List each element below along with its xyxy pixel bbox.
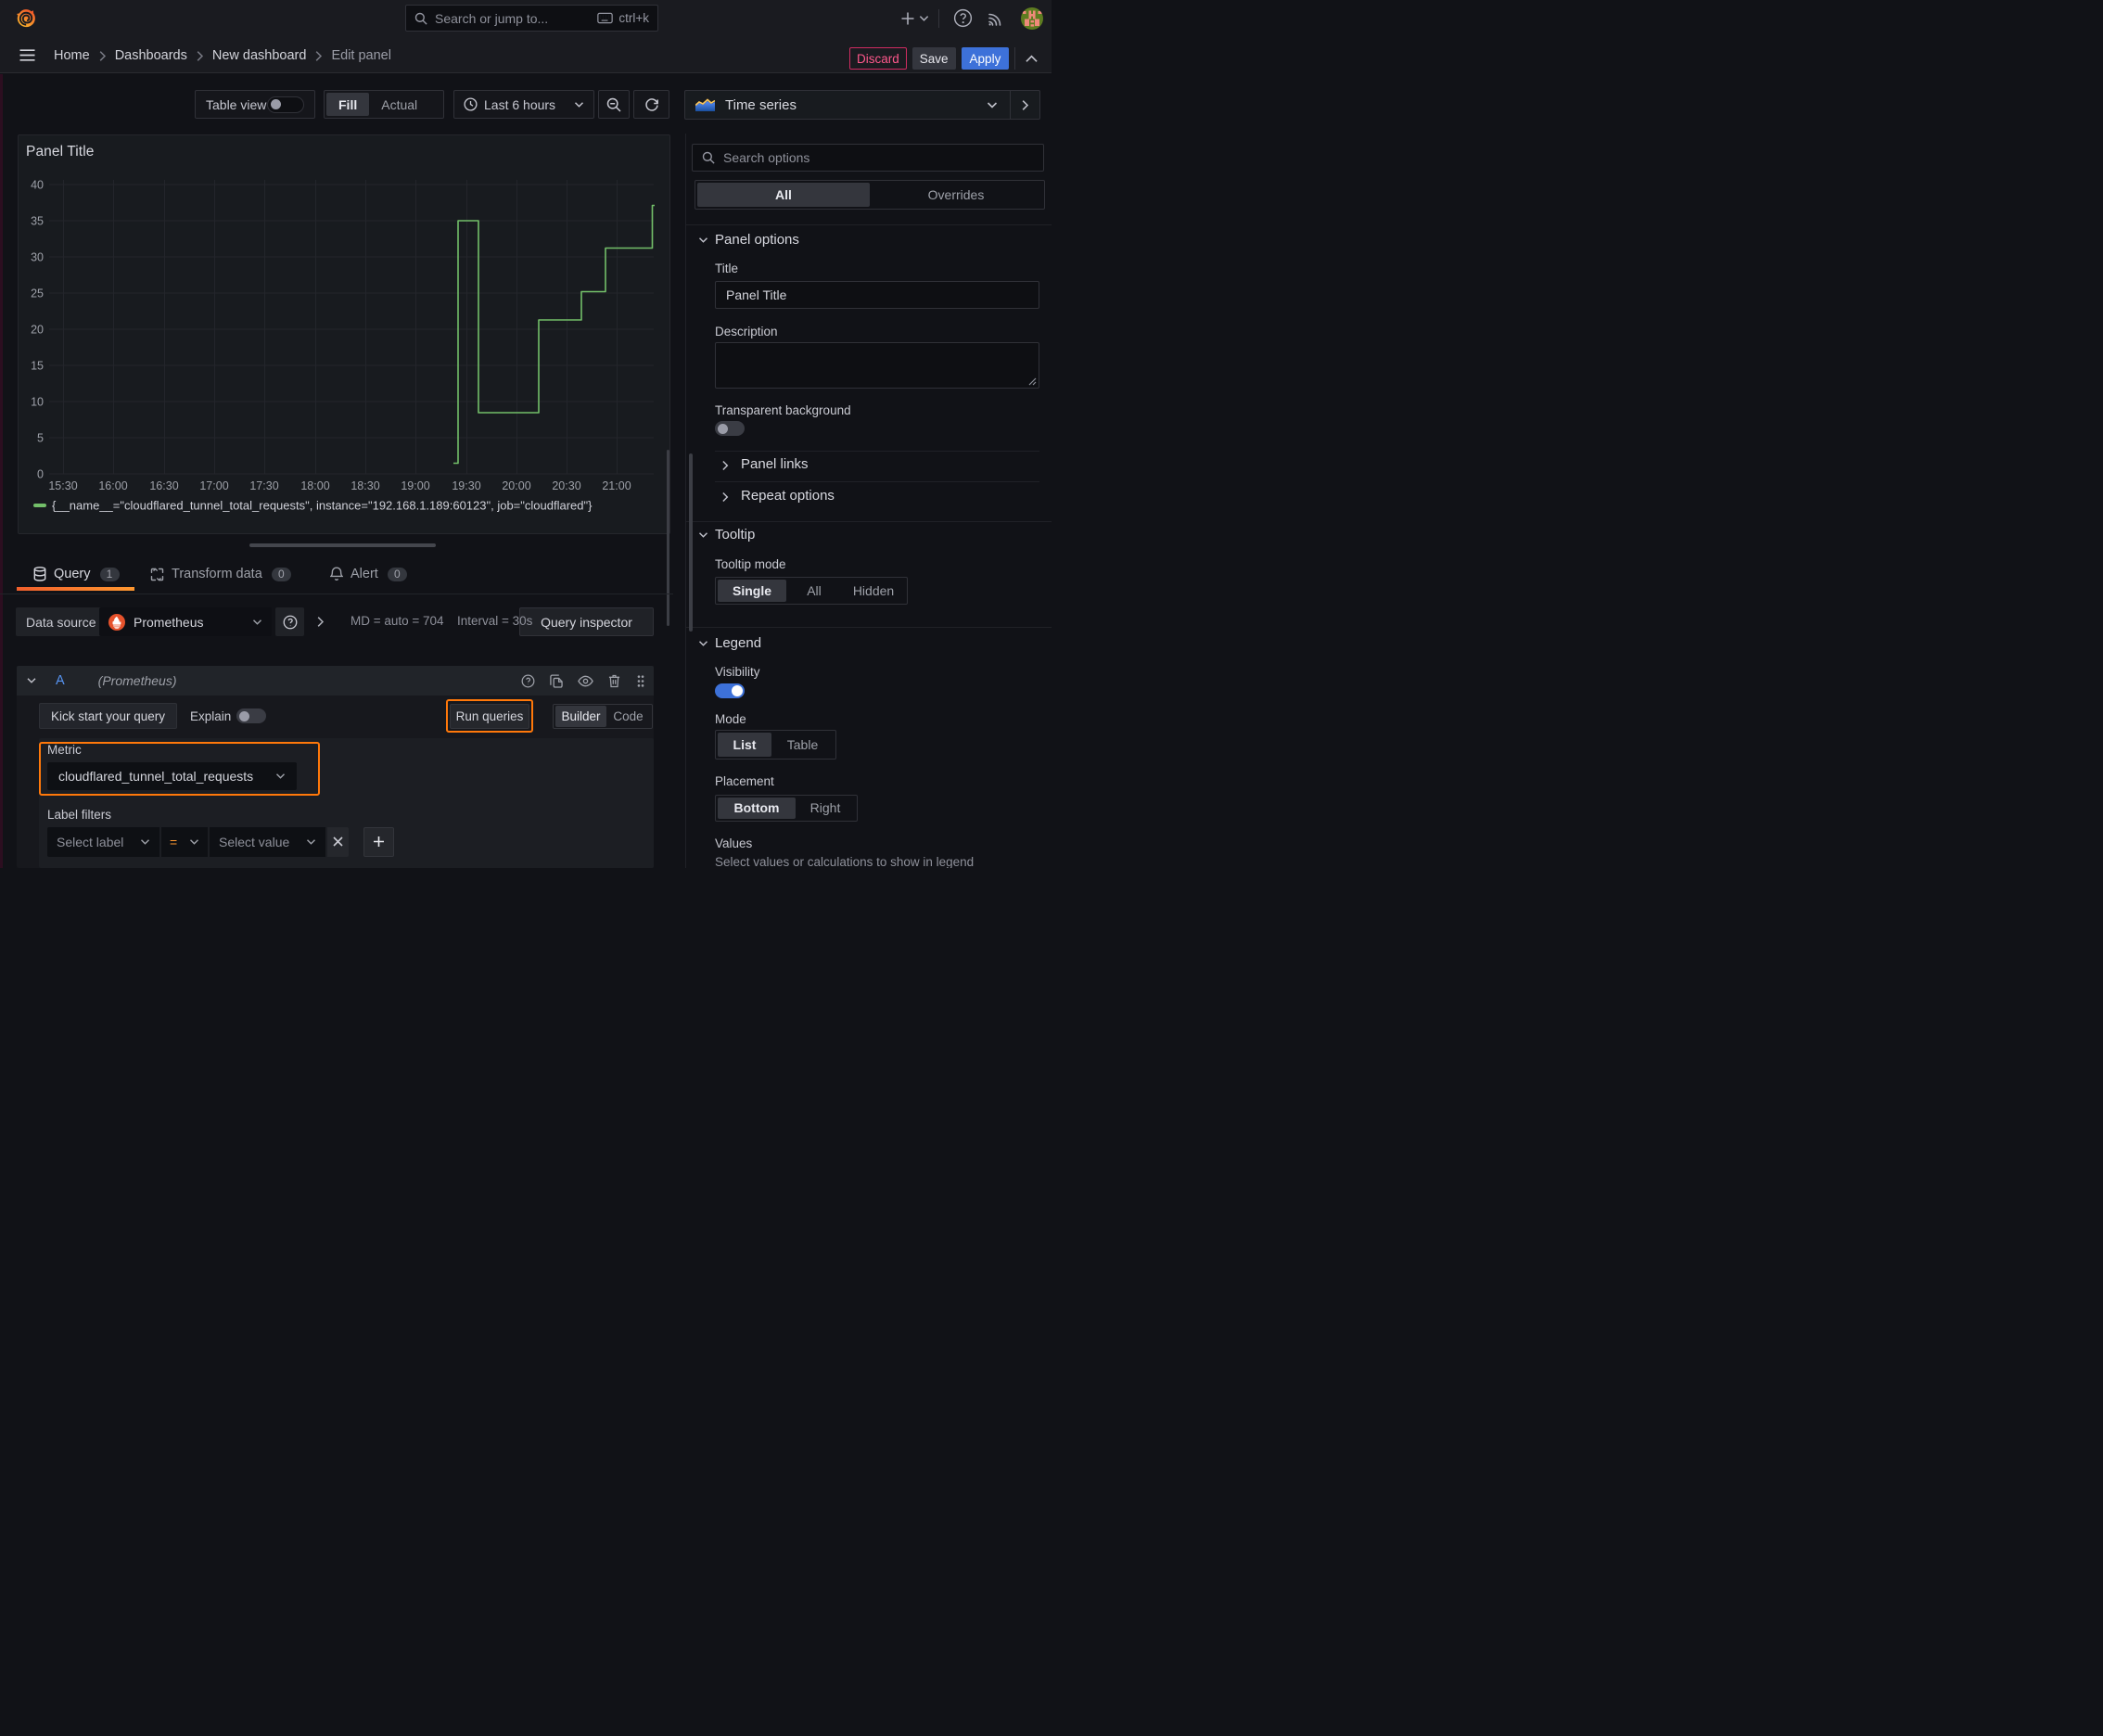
svg-text:20:00: 20:00 [502,479,530,492]
svg-text:0: 0 [37,468,44,481]
svg-text:15: 15 [31,360,44,373]
svg-text:25: 25 [31,287,44,300]
svg-text:17:00: 17:00 [199,479,228,492]
svg-text:{__name__="cloudflared_tunnel_: {__name__="cloudflared_tunnel_total_requ… [52,499,593,513]
svg-text:5: 5 [37,432,44,445]
svg-text:17:30: 17:30 [249,479,278,492]
svg-text:19:30: 19:30 [452,479,480,492]
svg-text:18:30: 18:30 [350,479,379,492]
svg-text:30: 30 [31,251,44,264]
svg-text:20: 20 [31,324,44,337]
svg-text:19:00: 19:00 [401,479,429,492]
svg-text:35: 35 [31,215,44,228]
svg-text:15:30: 15:30 [48,479,77,492]
svg-text:10: 10 [31,396,44,409]
svg-text:18:00: 18:00 [300,479,329,492]
svg-text:21:00: 21:00 [602,479,631,492]
svg-text:16:30: 16:30 [149,479,178,492]
svg-text:20:30: 20:30 [552,479,580,492]
svg-text:40: 40 [31,179,44,192]
svg-text:16:00: 16:00 [98,479,127,492]
